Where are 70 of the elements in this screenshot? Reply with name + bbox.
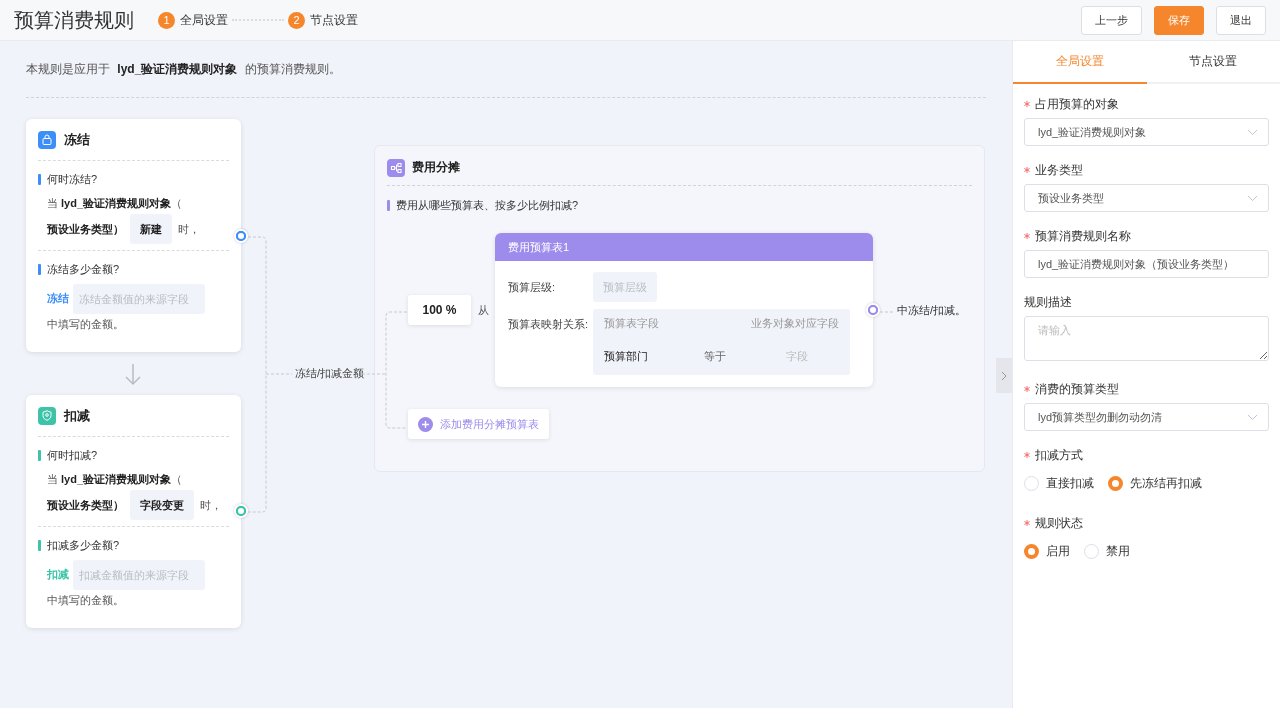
field-label: 预算消费规则名称 — [1035, 227, 1131, 245]
field-label: 消费的预算类型 — [1035, 380, 1119, 398]
question-text: 费用从哪些预算表、按多少比例扣减? — [396, 198, 579, 213]
event-chip[interactable]: 新建 — [130, 214, 172, 244]
toolbar-button[interactable]: 退出 — [1216, 5, 1266, 35]
event-chip[interactable]: 字段变更 — [130, 490, 194, 520]
radio-option[interactable]: 禁用 — [1084, 542, 1130, 560]
node-title: 冻结 — [64, 130, 90, 149]
chevron-down-icon — [1247, 413, 1258, 421]
mapping-field: 预算部门 — [604, 342, 704, 375]
amount-end-text: 中填写的金额。 — [47, 318, 124, 330]
padlock-icon — [42, 134, 52, 145]
condition-end-text: 时， — [178, 221, 200, 237]
field-label: 业务类型 — [1035, 161, 1083, 179]
business-type-text: 预设业务类型） — [47, 221, 124, 237]
textarea-field[interactable]: 请输入 — [1024, 316, 1269, 361]
from-text: 从 — [476, 302, 490, 318]
radio-option[interactable]: 启用 — [1024, 542, 1070, 560]
intro-text: 本规则是应用于 lyd_验证消费规则对象 的预算消费规则。 — [26, 61, 341, 78]
ratio-field[interactable]: 100 % — [408, 295, 471, 325]
column-header: 预算表字段 — [604, 316, 660, 331]
panel-tab[interactable]: 节点设置 — [1146, 41, 1280, 84]
step-label: 节点设置 — [310, 11, 358, 29]
mapping-operator: 等于 — [704, 349, 727, 364]
field-label: 预算层级: — [508, 280, 557, 295]
action-text: 冻结 — [47, 291, 69, 304]
question-text: 扣减多少金额? — [47, 538, 120, 553]
chevron-down-icon — [1247, 128, 1258, 136]
question-text: 何时扣减? — [47, 448, 98, 463]
plus-icon — [418, 416, 433, 432]
connector-dot[interactable] — [234, 504, 248, 518]
radio-option[interactable]: 先冻结再扣减 — [1108, 474, 1202, 492]
question-text: 何时冻结? — [47, 172, 98, 187]
budget-table-title: 费用预算表1 — [495, 233, 873, 261]
condition-end-text: 时， — [200, 497, 222, 513]
question-text: 冻结多少金额? — [47, 262, 120, 277]
radio-icon[interactable] — [1024, 543, 1039, 559]
radio-option[interactable]: 直接扣减 — [1024, 474, 1094, 492]
connector-dot[interactable] — [866, 303, 880, 317]
step-number: 2 — [288, 11, 305, 29]
collapse-handle[interactable] — [996, 358, 1012, 393]
suffix-text: 中冻结/扣减。 — [897, 302, 967, 318]
condition-text: 当 lyd_验证消费规则对象（ — [47, 473, 183, 485]
field-label: 规则状态 — [1035, 514, 1083, 532]
field-label: 规则描述 — [1024, 293, 1072, 311]
amount-label: 冻结/扣减金额 — [295, 366, 365, 381]
business-type-text: 预设业务类型） — [47, 497, 124, 513]
field-label: 扣减方式 — [1035, 446, 1083, 464]
step-label: 全局设置 — [180, 11, 228, 29]
shield-icon — [42, 410, 52, 421]
radio-icon[interactable] — [1108, 475, 1123, 491]
select-field[interactable]: 预设业务类型 — [1024, 184, 1269, 212]
condition-text: 当 lyd_验证消费规则对象（ — [47, 197, 183, 209]
node-title: 扣减 — [64, 406, 90, 425]
amount-end-text: 中填写的金额。 — [47, 594, 124, 606]
input-field[interactable]: lyd_验证消费规则对象（预设业务类型） — [1024, 250, 1269, 278]
chevron-down-icon — [1247, 194, 1258, 202]
split-icon — [387, 158, 405, 177]
page-title: 预算消费规则 — [14, 7, 134, 33]
action-text: 扣减 — [47, 567, 69, 580]
column-header: 业务对象对应字段 — [750, 316, 839, 331]
down-arrow-icon — [125, 363, 141, 386]
select-field[interactable]: lyd预算类型勿删勿动勿清 — [1024, 403, 1269, 431]
connector-dot[interactable] — [234, 229, 248, 243]
toolbar-button[interactable]: 上一步 — [1081, 5, 1142, 35]
field-label: 预算表映射关系: — [508, 317, 590, 332]
panel-title: 费用分摊 — [412, 159, 460, 176]
step-number: 1 — [158, 11, 175, 29]
field-label: 占用预算的对象 — [1035, 95, 1119, 113]
select-field[interactable]: lyd_验证消费规则对象 — [1024, 118, 1269, 146]
